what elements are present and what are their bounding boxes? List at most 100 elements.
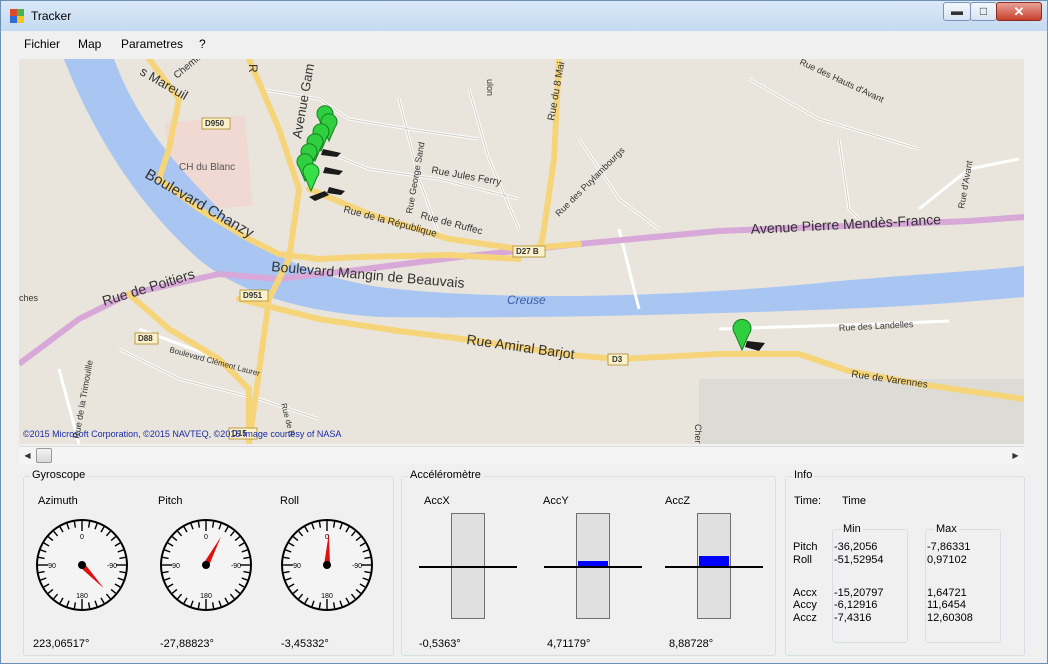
road-label-d3: D3 [612, 355, 623, 364]
map-label-uelon: ulon [485, 79, 495, 96]
accz-value: 8,88728° [669, 638, 714, 650]
map-canvas[interactable]: D950 D951 D88 D3 D27 B D15 Boulevard Cha… [19, 59, 1024, 444]
azimuth-value: 223,06517° [33, 638, 90, 650]
track-marker-current[interactable] [732, 318, 765, 352]
menu-bar: Fichier Map Parametres ? [2, 32, 1046, 56]
roll-gauge: 090 -90180 [281, 519, 373, 611]
roll-gauge-hub [323, 561, 331, 569]
accz-bar-fill [699, 556, 729, 566]
minimize-icon: ▬ [951, 4, 963, 18]
road-label-d951: D951 [243, 291, 263, 300]
app-window: Tracker ▬ □ ✕ Fichier Map Parametres ? D… [0, 0, 1048, 664]
roll-label: Roll [280, 495, 299, 507]
azimuth-gauge-scale-label: 180 [76, 593, 88, 600]
title-bar[interactable]: Tracker ▬ □ ✕ [1, 1, 1047, 31]
max-accz: 12,60308 [927, 612, 973, 624]
maximize-button[interactable]: □ [970, 2, 997, 21]
accx-row-label: Accx [793, 587, 817, 599]
scroll-right-icon[interactable]: ▶ [1007, 447, 1024, 464]
close-button[interactable]: ✕ [996, 2, 1042, 21]
accy-label: AccY [543, 495, 569, 507]
map-label-bd-clement-laurer: Boulevard Clément Laurer [168, 345, 261, 378]
accx-label: AccX [424, 495, 450, 507]
min-accz: -7,4316 [834, 612, 872, 624]
pitch-row-label: Pitch [793, 541, 818, 553]
map-label-rue-landelles: Rue des Landelles [839, 319, 914, 333]
gyroscope-title: Gyroscope [30, 469, 88, 481]
map-label-rue-r: R [246, 64, 260, 73]
map-label-ch-du-blanc: CH du Blanc [179, 162, 235, 173]
max-roll: 0,97102 [927, 554, 967, 566]
pitch-label: Pitch [158, 495, 183, 507]
min-title: Min [841, 523, 863, 535]
min-pitch: -36,2056 [834, 541, 878, 553]
min-accy: -6,12916 [834, 599, 878, 611]
accelerometer-title: Accéléromètre [408, 469, 483, 481]
roll-row-label: Roll [793, 554, 812, 566]
map-label-rue-trimouille: Rue de la Trimouille [71, 359, 95, 439]
map-horizontal-scrollbar[interactable]: ◀ ▶ [19, 446, 1024, 464]
max-pitch: -7,86331 [927, 541, 971, 553]
accelerometer-group: Accéléromètre AccX AccY AccZ -0,5363° 4,… [401, 469, 776, 656]
map-label-rue-hauts-avant: Rue des Hauts d'Avant [798, 59, 886, 105]
map-label-rue-davant: Rue d'Avant [956, 159, 974, 209]
min-accx: -15,20797 [834, 587, 884, 599]
road-label-d950: D950 [205, 119, 225, 128]
map-label-avenue-gambetta: Avenue Gam [289, 62, 317, 139]
app-icon [10, 9, 24, 23]
max-accy: 11,6454 [927, 599, 966, 611]
maximize-icon: □ [979, 4, 988, 18]
accz-row-label: Accz [793, 612, 817, 624]
map-label-rue-poitiers: Rue de Poitiers [100, 266, 196, 309]
pitch-gauge-scale-label: 180 [200, 593, 212, 600]
scroll-thumb[interactable] [36, 448, 52, 463]
accx-zero-line [419, 566, 517, 568]
map-copyright: ©2015 Microsoft Corporation, ©2015 NAVTE… [23, 429, 342, 439]
map-view[interactable]: D950 D951 D88 D3 D27 B D15 Boulevard Cha… [19, 59, 1024, 444]
map-label-chemin-ronde: Chemin de Ronde [172, 59, 241, 81]
map-label-rue-amiral: Rue Amiral Barjot [466, 331, 576, 362]
accy-value: 4,71179° [547, 638, 591, 650]
roll-gauge-scale-label: -90 [352, 563, 362, 570]
map-label-avenue-pmf: Avenue Pierre Mendès-France [750, 211, 941, 237]
azimuth-gauge-scale-label: -90 [107, 563, 117, 570]
menu-help[interactable]: ? [199, 37, 206, 51]
menu-fichier[interactable]: Fichier [24, 37, 60, 51]
azimuth-gauge-scale-label: 0 [80, 534, 84, 541]
max-title: Max [934, 523, 959, 535]
pitch-gauge-scale-label: -90 [231, 563, 241, 570]
map-label-ches: ches [19, 293, 39, 303]
azimuth-gauge-scale-label: 90 [48, 563, 56, 570]
accy-row-label: Accy [793, 599, 817, 611]
map-label-cher: Cher [693, 424, 703, 444]
info-group: Info Time: Time Min Max Pitch Roll Accx … [785, 469, 1025, 656]
pitch-gauge-scale-label: 90 [172, 563, 180, 570]
accz-zero-line [665, 566, 763, 568]
roll-value: -3,45332° [281, 638, 329, 650]
gyroscope-group: Gyroscope Azimuth Pitch Roll 0 90 -90 180 0… [23, 469, 394, 656]
time-value: Time [842, 495, 867, 507]
pitch-value: -27,88823° [160, 638, 214, 650]
azimuth-label: Azimuth [38, 495, 78, 507]
info-title: Info [792, 469, 815, 481]
pitch-gauge: 0 90 -90 180 [160, 519, 252, 611]
close-icon: ✕ [1013, 4, 1025, 19]
time-label: Time: [794, 495, 822, 507]
map-label-creuse: Creuse [507, 293, 546, 307]
azimuth-gauge: 0 90 -90 180 [36, 519, 128, 611]
accy-zero-line [544, 566, 642, 568]
accz-label: AccZ [665, 495, 691, 507]
min-roll: -51,52954 [834, 554, 884, 566]
menu-map[interactable]: Map [78, 37, 101, 51]
roll-gauge-scale-label: 180 [321, 593, 333, 600]
scroll-left-icon[interactable]: ◀ [19, 447, 36, 464]
azimuth-gauge-hub [78, 561, 86, 569]
accx-value: -0,5363° [419, 638, 461, 650]
window-title: Tracker [31, 9, 72, 23]
max-accx: 1,64721 [927, 587, 967, 599]
roll-gauge-scale-label: 90 [293, 563, 301, 570]
pitch-gauge-scale-label: 0 [204, 534, 208, 541]
minimize-button[interactable]: ▬ [943, 2, 971, 21]
menu-parametres[interactable]: Parametres [121, 37, 183, 51]
pitch-gauge-hub [202, 561, 210, 569]
